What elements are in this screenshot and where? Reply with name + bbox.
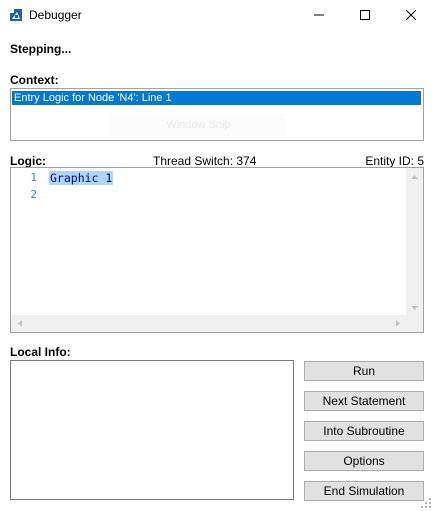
scroll-right-icon[interactable] xyxy=(389,315,406,332)
scrollbar-corner xyxy=(406,315,423,332)
close-button[interactable] xyxy=(388,0,434,30)
into-subroutine-button[interactable]: Into Subroutine xyxy=(304,421,424,441)
logic-label: Logic: xyxy=(10,154,46,168)
context-label: Context: xyxy=(10,73,59,87)
options-button[interactable]: Options xyxy=(304,451,424,471)
context-list-item-selected[interactable]: Entry Logic for Node 'N4': Line 1 xyxy=(12,91,421,105)
local-info-panel[interactable] xyxy=(10,360,294,500)
entity-id-text: Entity ID: 5 xyxy=(365,154,424,168)
logic-code-editor[interactable]: 1 2 Graphic 1 xyxy=(10,167,424,333)
context-list[interactable]: Entry Logic for Node 'N4': Line 1 Window… xyxy=(10,88,424,141)
minimize-icon xyxy=(314,14,324,16)
run-button[interactable]: Run xyxy=(304,361,424,381)
close-icon xyxy=(406,10,416,20)
line-number: 1 xyxy=(30,171,37,184)
debugger-app-icon xyxy=(9,8,23,22)
window-title: Debugger xyxy=(29,8,82,22)
vertical-scrollbar[interactable] xyxy=(406,168,423,316)
next-statement-button[interactable]: Next Statement xyxy=(304,391,424,411)
minimize-button[interactable] xyxy=(296,0,342,30)
end-simulation-button[interactable]: End Simulation xyxy=(304,481,424,501)
title-bar: Debugger xyxy=(0,0,434,30)
line-number: 2 xyxy=(30,188,37,201)
thread-switch-text: Thread Switch: 374 xyxy=(153,154,257,168)
scroll-down-icon[interactable] xyxy=(406,299,423,316)
local-info-label: Local Info: xyxy=(10,345,71,359)
scroll-left-icon[interactable] xyxy=(11,315,28,332)
maximize-icon xyxy=(360,10,370,20)
maximize-button[interactable] xyxy=(342,0,388,30)
scroll-up-icon[interactable] xyxy=(406,168,423,185)
status-text: Stepping... xyxy=(10,42,72,56)
horizontal-scrollbar[interactable] xyxy=(11,315,406,332)
resize-grip-icon[interactable] xyxy=(420,497,432,509)
faint-overlay-text: Window Snip xyxy=(166,119,231,131)
code-line: Graphic 1 xyxy=(49,171,114,185)
code-line-highlighted: Graphic 1 xyxy=(49,171,114,185)
